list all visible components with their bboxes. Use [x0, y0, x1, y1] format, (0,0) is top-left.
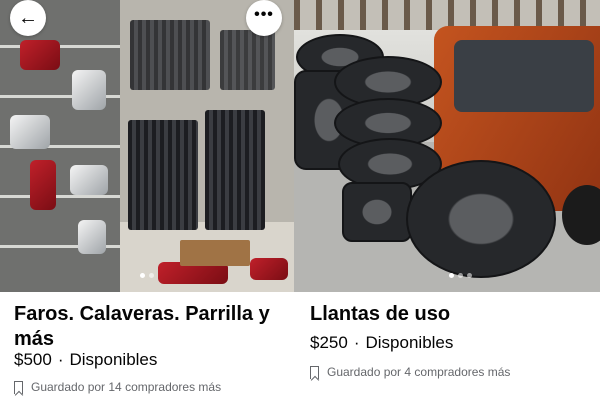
- saved-count: Guardado por 14 compradores más: [14, 380, 221, 394]
- saved-count-text: Guardado por 14 compradores más: [31, 380, 222, 394]
- listing-photo[interactable]: [294, 0, 600, 292]
- photo-indicator-dot: [140, 273, 145, 278]
- listing-title[interactable]: Faros. Calaveras. Parrilla y más: [14, 302, 286, 352]
- more-options-button[interactable]: •••: [246, 0, 282, 36]
- more-horizontal-icon: •••: [254, 6, 274, 23]
- photo-indicator-dot: [458, 273, 463, 278]
- photo-indicator: [449, 273, 472, 278]
- separator: ·: [353, 333, 360, 352]
- price-line: $500 · Disponibles: [14, 350, 157, 370]
- photo-indicator-dot: [467, 273, 472, 278]
- photo-indicator: [140, 273, 154, 278]
- arrow-left-icon: ←: [18, 6, 38, 29]
- listing-card-faros[interactable]: ← ••• Faros. Calaveras. Parrilla y más $…: [0, 0, 294, 400]
- availability-status: Disponibles: [365, 333, 454, 352]
- bookmark-icon: [14, 380, 23, 394]
- bookmark-icon: [310, 365, 319, 379]
- separator: ·: [57, 350, 64, 369]
- availability-status: Disponibles: [69, 350, 158, 369]
- listing-price: $250: [310, 333, 348, 352]
- listing-photo[interactable]: [0, 0, 294, 292]
- photo-indicator-dot: [149, 273, 154, 278]
- shelf-decoration: [0, 0, 120, 292]
- saved-count: Guardado por 4 compradores más: [310, 365, 510, 379]
- listing-title[interactable]: Llantas de uso: [310, 302, 592, 327]
- listing-card-llantas[interactable]: Llantas de uso $250 · Disponibles Guardado…: [294, 0, 600, 400]
- saved-count-text: Guardado por 4 compradores más: [327, 365, 511, 379]
- price-line: $250 · Disponibles: [310, 333, 453, 353]
- listing-price: $500: [14, 350, 52, 369]
- photo-indicator-dot: [449, 273, 454, 278]
- back-button[interactable]: ←: [10, 0, 46, 36]
